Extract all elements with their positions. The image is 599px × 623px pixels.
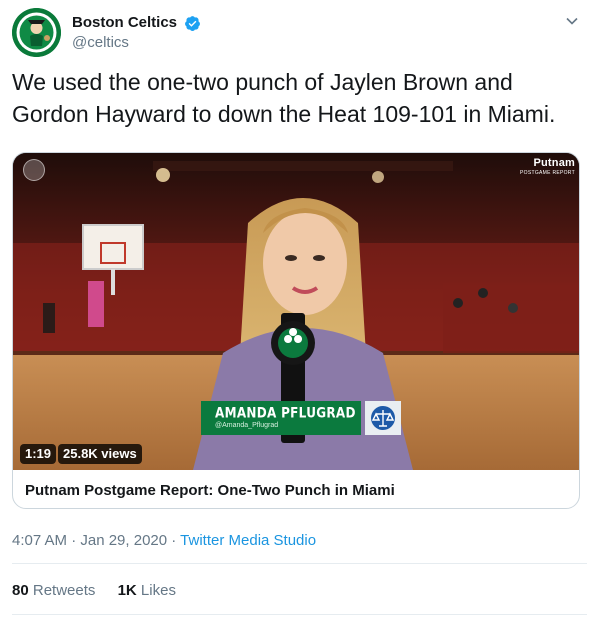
reporter-nameplate: AMANDA PFLUGRAD @Amanda_Pflugrad [201,401,361,435]
celtics-logo-icon [12,8,61,57]
timestamp[interactable]: 4:07 AM · Jan 29, 2020 [12,532,167,549]
retweets-stat[interactable]: 80 Retweets [12,582,95,599]
tweet: Boston Celtics @celtics We used the one-… [0,0,599,623]
putnam-subtitle: POSTGAME REPORT [520,170,575,176]
likes-label: Likes [140,582,176,599]
verified-badge-icon [185,15,201,31]
reporter-name: AMANDA PFLUGRAD [215,405,356,422]
avatar[interactable] [12,8,61,57]
likes-stat[interactable]: 1K Likes [118,582,176,599]
handle[interactable]: @celtics [72,33,201,53]
video-card[interactable]: Putnam POSTGAME REPORT AMANDA PFLUGRAD @… [12,152,580,509]
views-badge: 25.8K views [58,444,142,464]
retweets-count: 80 [12,582,29,599]
tweet-meta: 4:07 AM · Jan 29, 2020 · Twitter Media S… [12,532,316,549]
engagement-stats: 80 Retweets 1K Likes [12,582,194,599]
chevron-down-icon[interactable] [565,14,579,28]
divider [12,563,587,564]
author-names: Boston Celtics @celtics [72,13,201,53]
reporter-lower-third: AMANDA PFLUGRAD @Amanda_Pflugrad [201,401,401,435]
likes-count: 1K [117,582,137,599]
divider [12,614,587,615]
source-link[interactable]: Twitter Media Studio [180,532,316,549]
video-title[interactable]: Putnam Postgame Report: One-Two Punch in… [25,482,395,499]
video-player[interactable]: Putnam POSTGAME REPORT AMANDA PFLUGRAD @… [13,153,579,470]
tweet-text: We used the one-two punch of Jaylen Brow… [12,69,556,127]
meta-separator: · [167,532,181,549]
retweets-label: Retweets [32,582,96,599]
scales-logo-icon [365,401,401,435]
tweet-header: Boston Celtics @celtics [12,8,587,58]
reporter-handle: @Amanda_Pflugrad [215,422,279,429]
putnam-brand: Putnam [533,157,575,169]
display-name[interactable]: Boston Celtics [72,13,177,33]
duration-badge: 1:19 [20,444,57,464]
celtics-corner-logo-icon [23,159,45,181]
putnam-watermark: Putnam POSTGAME REPORT [520,157,575,176]
